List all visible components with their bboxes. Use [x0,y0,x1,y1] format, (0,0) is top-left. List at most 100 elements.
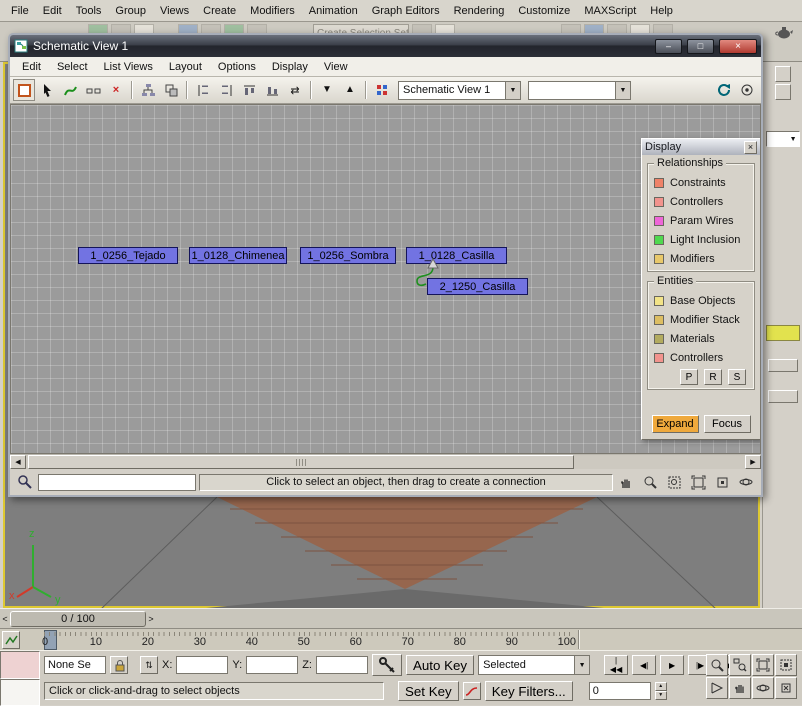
menu-item[interactable]: Select [49,59,96,75]
set-key-button[interactable]: Set Key [398,681,459,701]
display-toggle-row[interactable]: Materials [654,329,750,348]
display-toggle-row[interactable]: Controllers [654,348,750,367]
zoom-extents-selected-icon[interactable] [712,472,733,492]
default-tangent-icon[interactable] [463,682,481,700]
command-panel-dropdown[interactable]: ▼ [766,131,800,147]
menu-item[interactable]: Animation [302,2,365,20]
scrollbar-thumb[interactable] [28,455,574,469]
display-floater-titlebar[interactable]: Display × [642,139,760,155]
align-top-button[interactable] [238,79,260,101]
toggle-arrange-button[interactable]: ⇄ [284,79,306,101]
display-toggle-row[interactable]: Param Wires [654,211,750,230]
connect-button[interactable] [59,79,81,101]
spinner-up-icon[interactable]: ▲ [655,682,667,691]
menu-item[interactable]: Help [643,2,680,20]
current-frame-field[interactable]: 0 [589,682,651,700]
menu-item[interactable]: Edit [36,2,69,20]
menu-item[interactable]: File [4,2,36,20]
field-of-view-icon[interactable] [706,677,728,699]
select-button[interactable] [36,79,58,101]
time-slider-prev-icon[interactable]: < [0,611,10,627]
menu-item[interactable]: Tools [69,2,109,20]
schematic-node[interactable]: 1_0256_Tejado [78,247,178,264]
reference-mode-button[interactable] [160,79,182,101]
zoom-icon[interactable] [706,654,728,676]
unshrink-button[interactable]: ▲ [339,79,361,101]
minimize-button[interactable]: – [655,39,682,54]
menu-item[interactable]: Display [264,59,316,75]
pan-hand-icon[interactable] [729,677,751,699]
chevron-down-icon[interactable]: ▼ [615,82,630,99]
zoom-extents-icon[interactable] [752,654,774,676]
menu-item[interactable]: View [316,59,356,75]
menu-item[interactable]: Customize [511,2,577,20]
listener-script-pane[interactable] [0,679,40,706]
chevron-down-icon[interactable]: ▼ [505,82,520,99]
command-panel-tab-icon[interactable] [775,84,791,100]
align-right-button[interactable] [215,79,237,101]
command-panel-button[interactable] [768,359,798,372]
key-mode-combobox[interactable]: Selected ▼ [478,655,590,675]
zoom-region-icon[interactable] [664,472,685,492]
maximize-viewport-icon[interactable] [775,677,797,699]
time-slider[interactable]: 0 / 100 [10,611,146,627]
frame-spinner[interactable]: ▲ ▼ [655,682,667,700]
menu-item[interactable]: Rendering [447,2,512,20]
time-slider-next-icon[interactable]: > [146,611,156,627]
schematic-node[interactable]: 1_0128_Chimenea [189,247,287,264]
display-toggle-row[interactable]: Controllers [654,192,750,211]
pan-rotate-icon[interactable] [736,472,757,492]
display-toggle-row[interactable]: Constraints [654,173,750,192]
menu-item[interactable]: Modifiers [243,2,302,20]
chevron-down-icon[interactable]: ▼ [574,656,589,674]
menu-item[interactable]: Layout [161,59,210,75]
zoom-all-icon[interactable] [729,654,751,676]
previous-frame-button[interactable]: ◀| [632,655,656,675]
menu-item[interactable]: MAXScript [577,2,643,20]
prs-button[interactable]: S [728,369,746,385]
scroll-left-icon[interactable]: ◀ [10,455,26,469]
pan-hand-icon[interactable] [616,472,637,492]
auto-key-button[interactable]: Auto Key [406,655,474,675]
prs-button[interactable]: P [680,369,698,385]
zoom-extents-icon[interactable] [688,472,709,492]
color-swatch[interactable] [766,325,800,341]
key-filters-button[interactable]: Key Filters... [485,681,573,701]
display-toggle-row[interactable]: Base Objects [654,291,750,310]
menu-item[interactable]: List Views [96,59,161,75]
display-floater-button[interactable] [13,79,35,101]
expand-button[interactable]: Expand [652,415,699,433]
absolute-offset-toggle[interactable]: ⇅ [140,656,158,674]
menu-item[interactable]: Options [210,59,264,75]
prs-button[interactable]: R [704,369,722,385]
mini-curve-editor-icon[interactable] [2,631,20,649]
arc-rotate-icon[interactable] [752,677,774,699]
align-bottom-button[interactable] [261,79,283,101]
shrink-selected-button[interactable]: ▼ [316,79,338,101]
focus-button[interactable]: Focus [704,415,751,433]
menu-item[interactable]: Views [153,2,196,20]
scroll-right-icon[interactable]: ▶ [745,455,761,469]
menu-item[interactable]: Group [108,2,153,20]
display-toggle-row[interactable]: Modifier Stack [654,310,750,329]
listener-macro-pane[interactable] [0,651,40,679]
x-coordinate-field[interactable] [176,656,228,674]
schematic-canvas[interactable]: 1_0256_Tejado 1_0128_Chimenea 1_0256_Som… [10,104,761,454]
delete-button[interactable]: × [105,79,127,101]
view-name-combobox[interactable]: Schematic View 1 ▼ [398,81,521,100]
menu-item[interactable]: Graph Editors [365,2,447,20]
spinner-down-icon[interactable]: ▼ [655,691,667,700]
update-view-button[interactable] [713,79,735,101]
unlink-button[interactable] [82,79,104,101]
window-titlebar[interactable]: Schematic View 1 – □ × [10,35,761,57]
play-button[interactable]: ▶ [660,655,684,675]
zoom-selected-button[interactable] [736,79,758,101]
close-icon[interactable]: × [744,141,757,154]
close-button[interactable]: × [719,39,757,54]
preferences-button[interactable] [371,79,393,101]
y-coordinate-field[interactable] [246,656,298,674]
zoom-extents-all-icon[interactable] [775,654,797,676]
schematic-node[interactable]: 1_0256_Sombra [300,247,396,264]
zoom-icon[interactable] [640,472,661,492]
align-left-button[interactable] [192,79,214,101]
